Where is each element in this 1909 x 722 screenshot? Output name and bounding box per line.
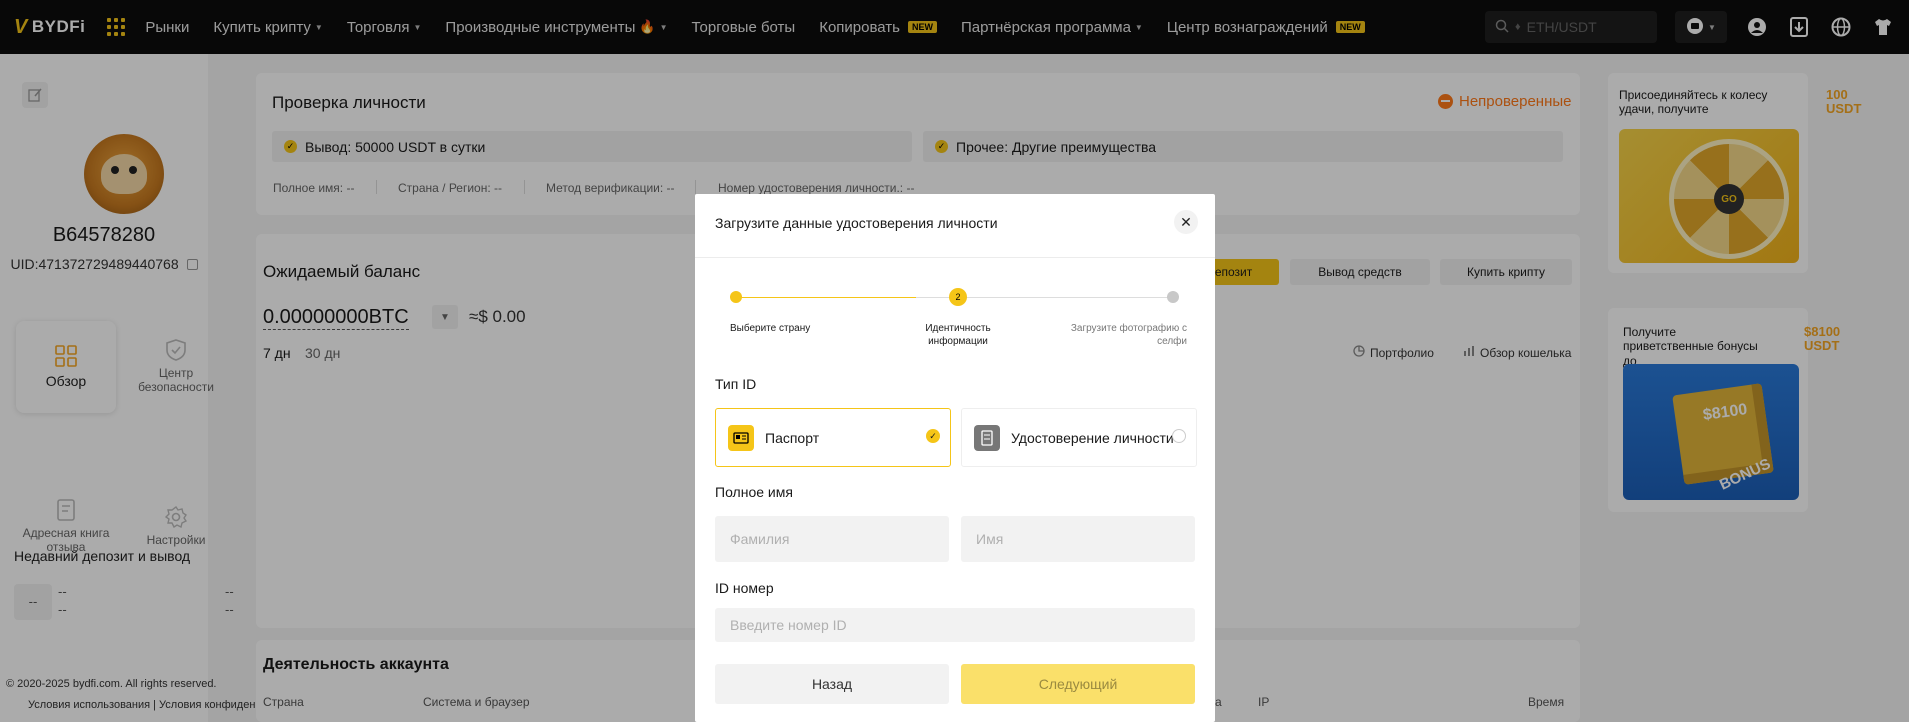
id-number-input[interactable] — [715, 608, 1195, 642]
step-1-dot — [730, 291, 742, 303]
passport-option[interactable]: Паспорт ✓ — [715, 408, 951, 467]
back-button[interactable]: Назад — [715, 664, 949, 704]
step-1-label: Выберите страну — [730, 323, 811, 334]
step-2-label: Идентичность информации — [925, 323, 991, 347]
id-card-icon — [974, 424, 1000, 451]
id-type-label: Тип ID — [715, 376, 757, 392]
passport-icon — [728, 424, 754, 451]
close-icon[interactable]: ✕ — [1174, 210, 1198, 234]
step-2-dot: 2 — [949, 288, 967, 306]
id-upload-modal: Загрузите данные удостоверения личности … — [695, 194, 1215, 722]
selected-check-icon: ✓ — [926, 429, 940, 443]
full-name-label: Полное имя — [715, 484, 793, 500]
step-3-label: Загрузите фотографию с селфи — [1070, 323, 1187, 347]
next-button[interactable]: Следующий — [961, 664, 1195, 704]
modal-title: Загрузите данные удостоверения личности — [715, 215, 998, 231]
id-card-option[interactable]: Удостоверение личности — [961, 408, 1197, 467]
first-name-input[interactable] — [961, 516, 1195, 562]
passport-label: Паспорт — [765, 429, 820, 446]
radio-unchecked-icon — [1172, 429, 1186, 443]
stepper-line-done — [736, 297, 916, 298]
last-name-input[interactable] — [715, 516, 949, 562]
step-3-dot — [1167, 291, 1179, 303]
id-card-label: Удостоверение личности — [1011, 429, 1174, 446]
id-number-label: ID номер — [715, 580, 774, 596]
